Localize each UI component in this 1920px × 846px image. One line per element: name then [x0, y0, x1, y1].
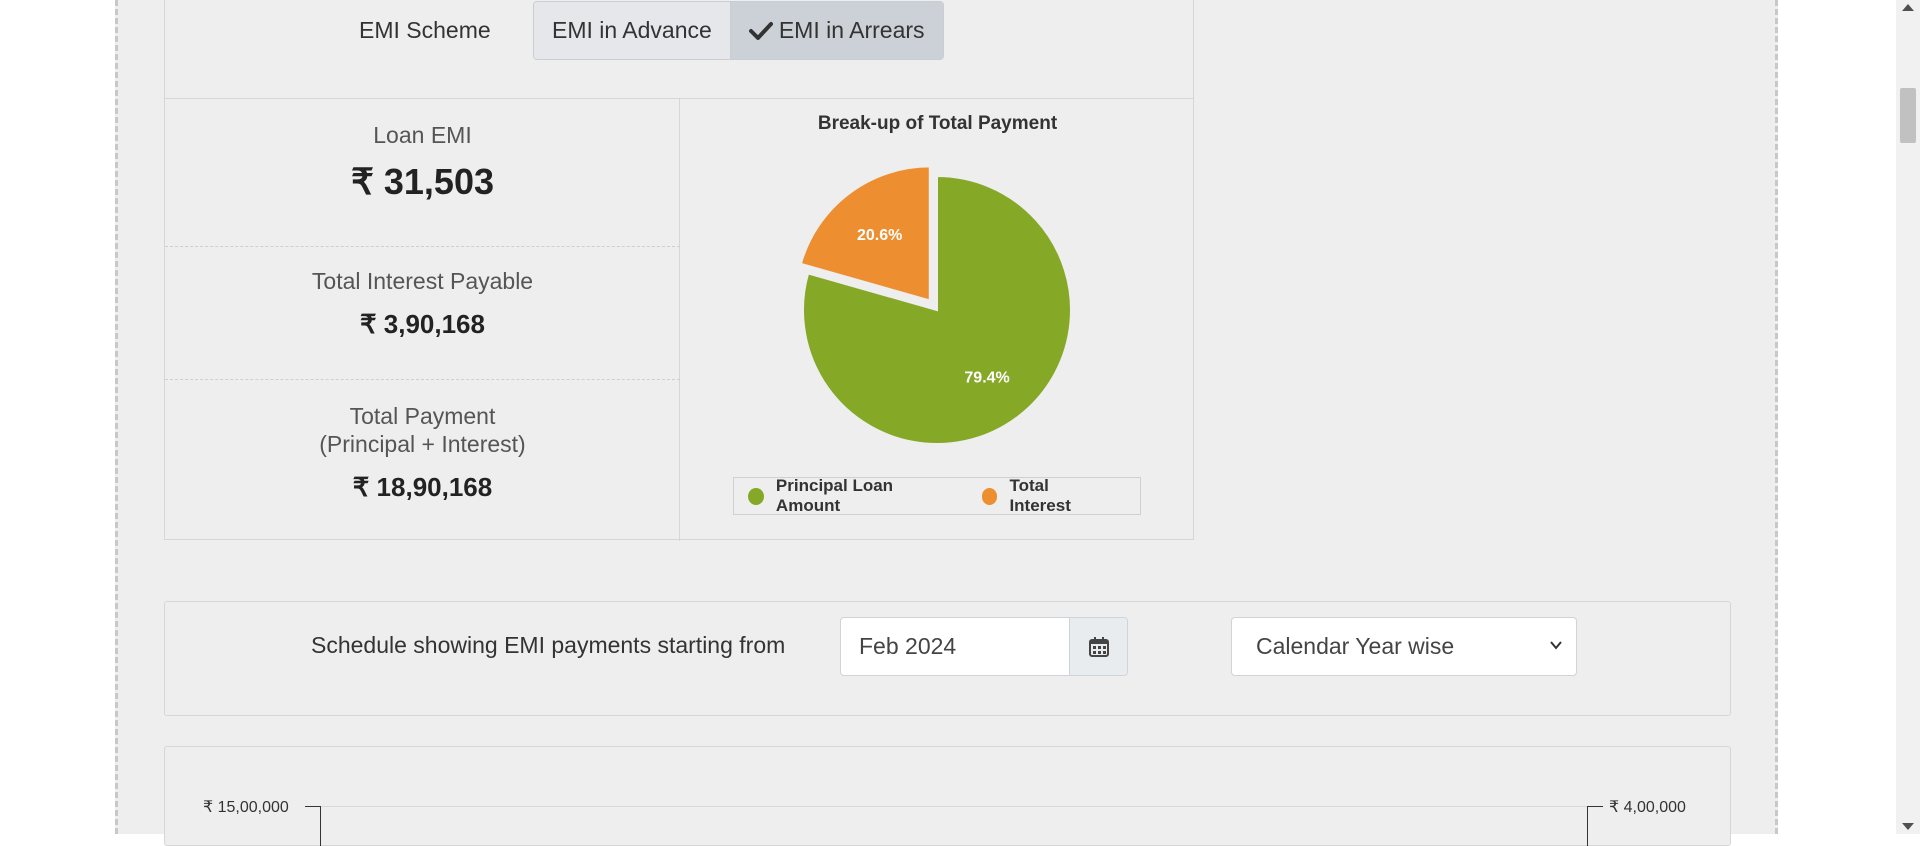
- total-payment-label-line1: Total Payment: [349, 403, 496, 429]
- check-icon: [748, 21, 773, 40]
- emi-scheme-toggle: EMI in Advance EMI in Arrears: [533, 1, 944, 60]
- right-axis-line: [1587, 806, 1588, 846]
- legend-item-interest[interactable]: Total Interest: [981, 476, 1108, 516]
- total-interest-label: Total Interest Payable: [311, 268, 534, 294]
- total-interest-value: ₹ 3,90,168: [360, 309, 485, 339]
- scroll-thumb[interactable]: [1900, 88, 1916, 143]
- legend-item-principal[interactable]: Principal Loan Amount: [748, 476, 950, 516]
- emi-results-panel: EMI Scheme EMI in Advance EMI in Arrears…: [164, 0, 1194, 541]
- left-axis-top-label: ₹ 15,00,000: [203, 799, 289, 816]
- chart-gridline: [321, 806, 1587, 807]
- pie-chart: 79.4% 20.6%: [799, 165, 1072, 445]
- total-payment-label: Total Payment (Principal + Interest): [165, 402, 680, 458]
- schedule-start-date-value[interactable]: Feb 2024: [841, 618, 1069, 675]
- schedule-label: Schedule showing EMI payments starting f…: [311, 632, 786, 658]
- total-payment-block: Total Payment (Principal + Interest) ₹ 1…: [165, 380, 680, 541]
- chevron-down-icon: [1550, 641, 1562, 650]
- emi-scheme-row: EMI Scheme EMI in Advance EMI in Arrears: [165, 0, 1193, 99]
- total-payment-value: ₹ 18,90,168: [352, 472, 493, 502]
- calendar-button[interactable]: [1069, 618, 1127, 675]
- emi-in-advance-button[interactable]: EMI in Advance: [534, 2, 730, 59]
- emi-in-advance-label: EMI in Advance: [552, 17, 712, 43]
- total-payment-label-line2: (Principal + Interest): [319, 431, 526, 457]
- payment-breakup-chart: Break-up of Total Payment 79.4% 20.6% Pri…: [680, 99, 1193, 541]
- schedule-view-select[interactable]: Calendar Year wise: [1231, 617, 1577, 676]
- emi-scheme-label: EMI Scheme: [359, 17, 491, 43]
- loan-emi-value: ₹ 31,503: [350, 161, 494, 202]
- emi-schedule-chart-panel: ₹ 15,00,000 ₹ 4,00,000: [164, 746, 1731, 846]
- legend-dot-interest: [981, 487, 998, 505]
- emi-in-arrears-button[interactable]: EMI in Arrears: [729, 2, 943, 59]
- page-scrollbar[interactable]: [1896, 0, 1920, 834]
- pie-label-principal: 79.4%: [964, 369, 1009, 386]
- total-interest-block: Total Interest Payable ₹ 3,90,168: [165, 247, 680, 380]
- right-axis-tick: [1588, 806, 1603, 807]
- scroll-down-arrow-icon[interactable]: [1902, 823, 1914, 830]
- schedule-view-selected: Calendar Year wise: [1256, 633, 1455, 659]
- legend-dot-principal: [748, 487, 764, 505]
- legend-label-interest: Total Interest: [1009, 476, 1071, 515]
- scroll-up-arrow-icon[interactable]: [1902, 4, 1914, 11]
- pie-label-interest: 20.6%: [857, 227, 902, 244]
- emi-in-arrears-label: EMI in Arrears: [778, 17, 925, 43]
- loan-emi-block: Loan EMI ₹ 31,503: [165, 99, 680, 247]
- left-axis-line: [320, 806, 321, 846]
- left-axis-tick: [305, 806, 320, 807]
- legend-label-principal: Principal Loan Amount: [775, 476, 894, 515]
- chart-legend: Principal Loan Amount Total Interest: [733, 476, 1141, 516]
- schedule-start-date-field[interactable]: Feb 2024: [840, 617, 1128, 676]
- calendar-icon: [1088, 636, 1109, 657]
- right-axis-top-label: ₹ 4,00,000: [1609, 799, 1686, 816]
- emi-stats: Loan EMI ₹ 31,503 Total Interest Payable…: [165, 99, 680, 541]
- schedule-panel: Schedule showing EMI payments starting f…: [164, 601, 1731, 716]
- loan-emi-label: Loan EMI: [373, 122, 472, 148]
